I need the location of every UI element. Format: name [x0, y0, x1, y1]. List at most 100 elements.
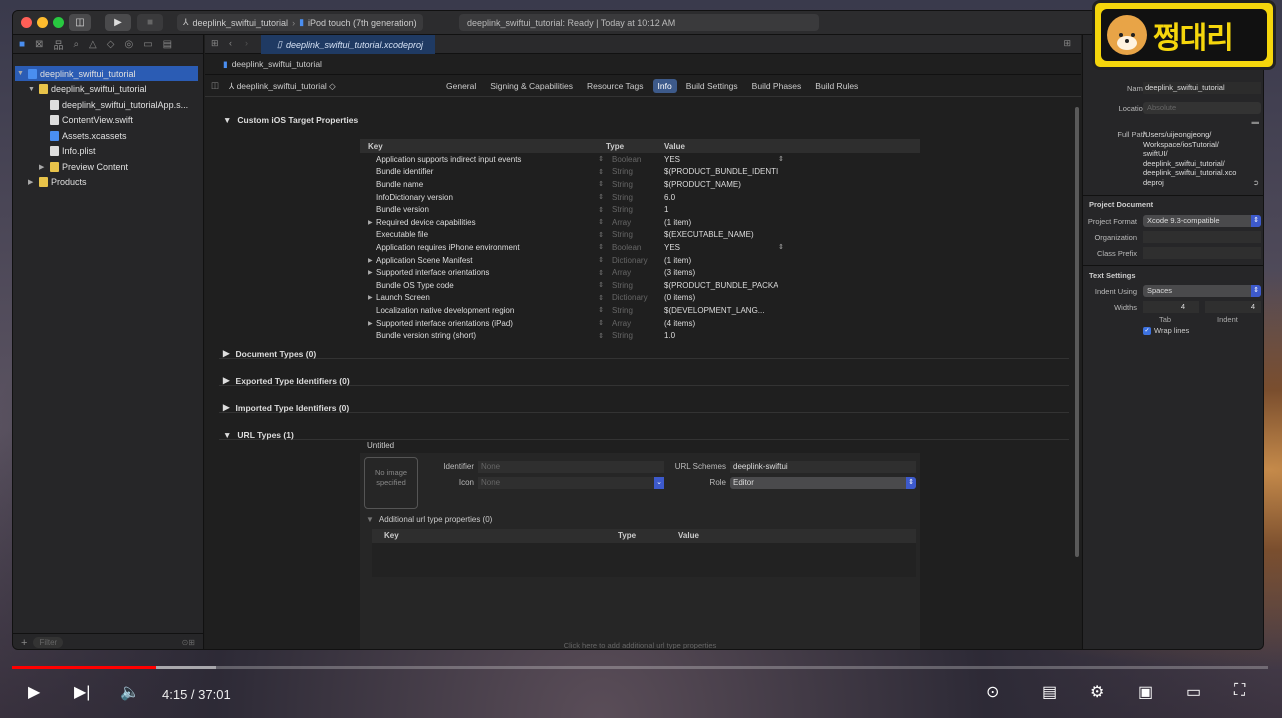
navigator-item[interactable]: deeplink_swiftui_tutorialApp.s... — [39, 97, 188, 112]
plist-row[interactable]: Bundle version ⇕ String 1 — [360, 203, 920, 216]
disclosure-closed-icon[interactable]: ▶ — [39, 163, 47, 171]
reveal-in-finder-icon[interactable]: ➲ — [1253, 178, 1259, 187]
chevron-updown-icon[interactable]: ⇕ — [596, 193, 606, 201]
plist-row[interactable]: Bundle identifier ⇕ String $(PRODUCT_BUNDLE… — [360, 166, 920, 179]
scheme-selector[interactable]: ⅄ deeplink_swiftui_tutorial › ▮ iPod tou… — [177, 14, 423, 31]
url-types-header[interactable]: ▼ URL Types (1) — [223, 430, 294, 440]
column-value[interactable]: Value — [678, 531, 699, 540]
chevron-updown-icon[interactable]: ⇕ — [596, 243, 606, 251]
column-key[interactable]: Key — [360, 142, 606, 151]
disclosure-open-icon[interactable]: ▼ — [17, 70, 25, 77]
image-well[interactable]: No image specified — [364, 457, 418, 509]
chevron-updown-icon[interactable]: ⇕ — [596, 168, 606, 176]
tab-info[interactable]: Info — [652, 79, 677, 93]
sidebar-toggle-button[interactable]: ◫ — [69, 14, 91, 31]
plist-row[interactable]: ▶ Required device capabilities ⇕ Array (1 it… — [360, 216, 920, 229]
close-window-button[interactable] — [21, 17, 32, 28]
tab-build-phases[interactable]: Build Phases — [747, 79, 807, 93]
name-field[interactable]: deeplink_swiftui_tutorial — [1143, 82, 1261, 94]
tab-build-rules[interactable]: Build Rules — [810, 79, 863, 93]
chevron-updown-icon[interactable]: ⇕ — [596, 294, 606, 302]
plist-value[interactable]: $(PRODUCT_BUNDLE_PACKAG — [662, 281, 778, 290]
video-progress-bar[interactable] — [12, 666, 1268, 669]
folder-icon[interactable]: ▬ — [1252, 117, 1260, 126]
autoplay-toggle-icon[interactable]: ⊙ — [986, 682, 999, 702]
plist-row[interactable]: Bundle OS Type code ⇕ String $(PRODUCT_BUND… — [360, 279, 920, 292]
plist-value[interactable]: YES — [662, 243, 778, 252]
plist-value[interactable]: (4 items) — [662, 319, 778, 328]
additional-properties-header[interactable]: ▼ Additional url type properties (0) — [366, 515, 492, 524]
url-schemes-field[interactable]: deeplink-swiftui — [730, 461, 916, 473]
plist-value[interactable]: (0 items) — [662, 293, 778, 302]
stop-button[interactable]: ■ — [137, 14, 163, 31]
navigator-item[interactable]: ▼ deeplink_swiftui_tutorial — [15, 66, 198, 81]
folder-icon[interactable]: ■ — [19, 39, 25, 50]
plist-row[interactable]: Bundle name ⇕ String $(PRODUCT_NAME) — [360, 178, 920, 191]
plist-row[interactable]: Application requires iPhone environment ⇕… — [360, 241, 920, 254]
source-control-icon[interactable]: ⊠ — [35, 39, 43, 50]
plist-value[interactable]: $(PRODUCT_NAME) — [662, 180, 778, 189]
chevron-updown-icon[interactable]: ⇕ — [596, 180, 606, 188]
project-format-select[interactable]: Xcode 9.3-compatible ⇕ — [1143, 215, 1261, 227]
editor-scrollbar[interactable] — [1075, 107, 1079, 557]
fullscreen-icon[interactable]: ⛶ — [1234, 682, 1245, 700]
plist-row[interactable]: ▶ Launch Screen ⇕ Dictionary (0 items) — [360, 292, 920, 305]
plist-row[interactable]: ▶ Supported interface orientations ⇕ Array(… — [360, 266, 920, 279]
custom-properties-header[interactable]: ▼ Custom iOS Target Properties — [223, 115, 358, 125]
disclosure-closed-icon[interactable]: ▶ — [368, 257, 374, 264]
next-icon[interactable]: ▶| — [74, 682, 90, 702]
tab-general[interactable]: General — [441, 79, 481, 93]
navigator-item[interactable]: ▶ Preview Content — [39, 159, 128, 174]
plist-value[interactable]: $(EXECUTABLE_NAME) — [662, 230, 778, 239]
plist-value[interactable]: 1.0 — [662, 331, 778, 340]
chevron-updown-icon[interactable]: ⇕ — [778, 243, 784, 251]
location-select[interactable]: Absolute — [1143, 102, 1261, 114]
run-button[interactable]: ▶ — [105, 14, 131, 31]
tab-width-field[interactable]: 4 — [1143, 301, 1199, 313]
test-icon[interactable]: ◇ — [107, 39, 115, 50]
indent-width-field[interactable]: 4 — [1205, 301, 1261, 313]
navigator-item[interactable]: Info.plist — [39, 144, 96, 159]
chevron-updown-icon[interactable]: ⇕ — [596, 319, 606, 327]
disclosure-closed-icon[interactable]: ▶ — [368, 219, 374, 226]
play-icon[interactable]: ▶ — [28, 682, 40, 702]
chevron-updown-icon[interactable]: ⇕ — [778, 155, 784, 163]
navigator-item[interactable]: ▼ deeplink_swiftui_tutorial — [28, 82, 147, 97]
plist-value[interactable]: 1 — [662, 205, 778, 214]
plist-row[interactable]: ▶ Application Scene Manifest ⇕ Dictionary (1… — [360, 254, 920, 267]
chevron-updown-icon[interactable]: ⇕ — [596, 231, 606, 239]
jumpbar-project[interactable]: deeplink_swiftui_tutorial — [232, 59, 322, 69]
additional-properties-table[interactable] — [372, 543, 916, 577]
forward-icon[interactable]: › — [245, 38, 248, 48]
indent-using-select[interactable]: Spaces ⇕ — [1143, 285, 1261, 297]
column-value[interactable]: Value — [664, 142, 780, 151]
plist-value[interactable]: (3 items) — [662, 268, 778, 277]
tab-resource-tags[interactable]: Resource Tags — [582, 79, 649, 93]
column-key[interactable]: Key — [384, 531, 399, 540]
exported-types-header[interactable]: ▶ Exported Type Identifiers (0) — [223, 375, 350, 386]
imported-types-header[interactable]: ▶ Imported Type Identifiers (0) — [223, 402, 349, 413]
chevron-updown-icon[interactable]: ⇕ — [596, 269, 606, 277]
organization-field[interactable] — [1143, 231, 1261, 243]
navigator-item[interactable]: ▶ Products — [28, 175, 87, 190]
chevron-updown-icon[interactable]: ⇕ — [596, 155, 606, 163]
target-selector[interactable]: ⅄ deeplink_swiftui_tutorial ◇ — [229, 81, 336, 92]
chevron-updown-icon[interactable]: ⇕ — [596, 281, 606, 289]
chevron-updown-icon[interactable]: ⇕ — [596, 256, 606, 264]
theater-mode-icon[interactable]: ▭ — [1186, 682, 1201, 702]
column-type[interactable]: Type — [606, 142, 664, 151]
add-properties-hint[interactable]: Click here to add additional url type pr… — [360, 641, 920, 649]
chevron-updown-icon[interactable]: ⇕ — [596, 332, 606, 340]
minimize-window-button[interactable] — [37, 17, 48, 28]
disclosure-closed-icon[interactable]: ▶ — [368, 294, 374, 301]
chevron-updown-icon[interactable]: ⇕ — [596, 206, 606, 214]
column-type[interactable]: Type — [618, 531, 636, 540]
plist-row[interactable]: Bundle version string (short) ⇕ String 1.0 — [360, 329, 920, 342]
plist-value[interactable]: (1 item) — [662, 256, 778, 265]
miniplayer-icon[interactable]: ▣ — [1138, 682, 1153, 702]
plist-value[interactable]: (1 item) — [662, 218, 778, 227]
role-select[interactable]: Editor ⇕ — [730, 477, 916, 489]
document-types-header[interactable]: ▶ Document Types (0) — [223, 348, 316, 359]
navigator-item[interactable]: Assets.xcassets — [39, 128, 127, 143]
warning-icon[interactable]: △ — [89, 39, 97, 50]
